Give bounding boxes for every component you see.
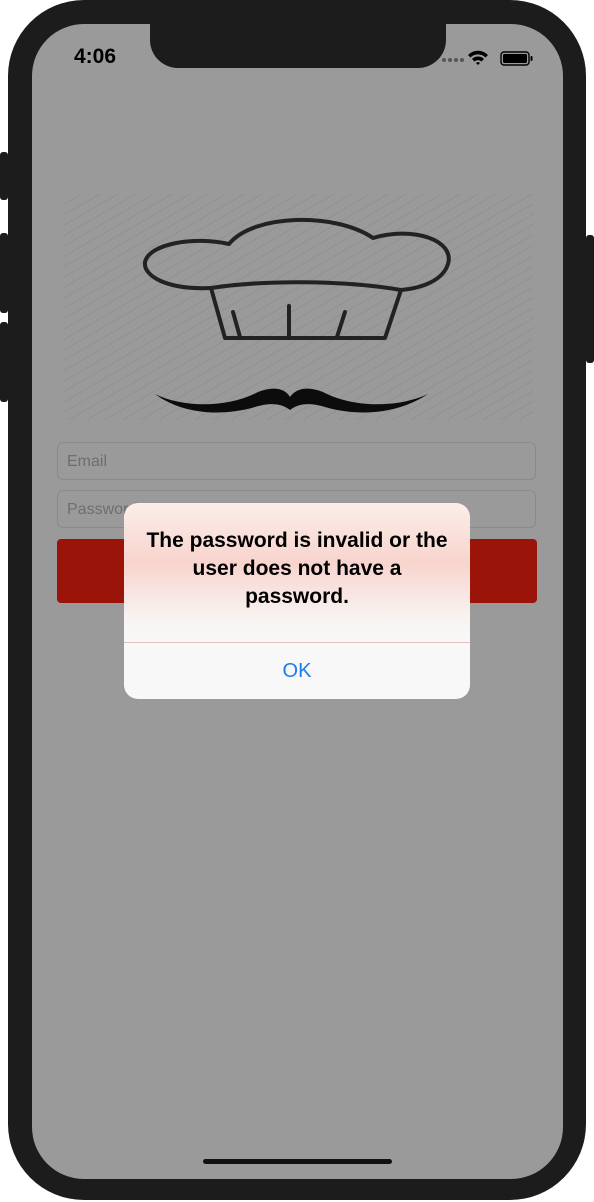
power-button [586, 235, 594, 363]
volume-down-button [0, 322, 8, 402]
mustache-logo [155, 388, 428, 413]
volume-up-button [0, 233, 8, 313]
battery-icon [500, 51, 533, 66]
status-icons [439, 48, 539, 68]
chef-hat-logo [142, 217, 451, 340]
chef-logo [63, 194, 533, 420]
home-indicator[interactable] [203, 1159, 392, 1164]
alert-ok-button[interactable]: OK [124, 643, 470, 699]
silent-switch [0, 152, 8, 200]
signal-dots-icon [442, 58, 464, 62]
notch [150, 24, 446, 68]
alert-message: The password is invalid or the user does… [146, 529, 448, 608]
error-alert-dialog: The password is invalid or the user does… [124, 503, 470, 699]
email-field[interactable]: Email [57, 442, 536, 480]
status-time: 4:06 [74, 45, 117, 68]
wifi-icon [468, 50, 488, 65]
